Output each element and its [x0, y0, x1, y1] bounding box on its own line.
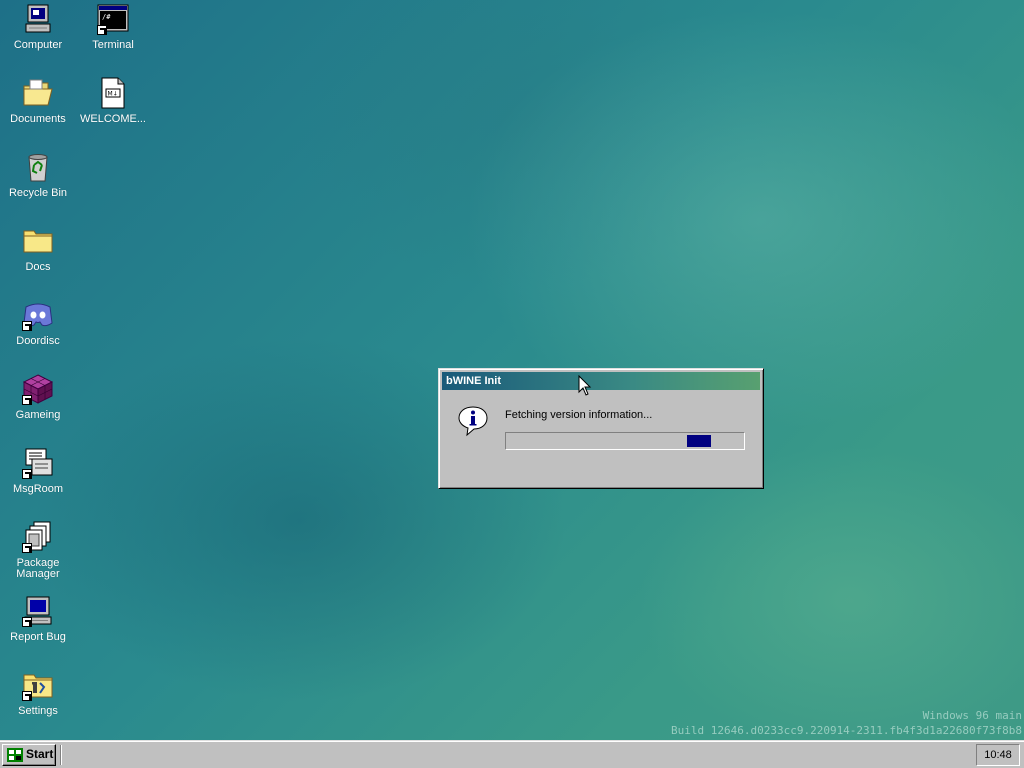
desktop-icon-label: Terminal	[92, 39, 134, 51]
desktop-icon-msgroom[interactable]: MsgRoom	[1, 447, 75, 495]
markdown-file-icon: M↓	[97, 77, 129, 109]
watermark-line-1: Windows 96 main	[922, 709, 1022, 722]
clock: 10:48	[984, 749, 1012, 761]
game-cube-icon	[22, 373, 54, 405]
desktop-icon-label: Doordisc	[16, 335, 60, 347]
desktop-icon-documents[interactable]: Documents	[1, 77, 75, 125]
desktop-icon-label: Documents	[10, 113, 66, 125]
desktop-icon-welcome[interactable]: M↓ WELCOME...	[76, 77, 150, 125]
info-icon	[457, 405, 489, 437]
desktop-icon-gameing[interactable]: Gameing	[1, 373, 75, 421]
computer-icon	[22, 3, 54, 35]
desktop-icon-report-bug[interactable]: Report Bug	[1, 595, 75, 643]
desktop: Computer /# Terminal Documents M↓ WELCOM…	[0, 0, 1024, 740]
build-watermark: Windows 96 main Build 12646.d0233cc9.220…	[671, 708, 1022, 738]
shortcut-arrow-icon	[97, 25, 107, 35]
desktop-icon-package-manager[interactable]: Package Manager	[1, 521, 75, 580]
shortcut-arrow-icon	[22, 395, 32, 405]
desktop-icon-recycle-bin[interactable]: Recycle Bin	[1, 151, 75, 199]
shortcut-arrow-icon	[22, 691, 32, 701]
settings-icon	[22, 669, 54, 701]
recycle-bin-icon	[22, 151, 54, 183]
desktop-icon-label: Settings	[18, 705, 58, 717]
desktop-icon-label: WELCOME...	[79, 113, 146, 125]
watermark-line-2: Build 12646.d0233cc9.220914-2311.fb4f3d1…	[671, 724, 1022, 737]
desktop-icon-computer[interactable]: Computer	[1, 3, 75, 51]
windows-logo-icon	[7, 748, 23, 762]
desktop-icon-label: Gameing	[15, 409, 61, 421]
system-tray[interactable]: 10:48	[976, 744, 1020, 766]
desktop-icon-label: Computer	[13, 39, 63, 51]
shortcut-arrow-icon	[22, 543, 32, 553]
dialog-title: bWINE Init	[446, 375, 501, 387]
dialog-titlebar[interactable]: bWINE Init	[442, 372, 760, 390]
progress-bar	[505, 432, 745, 450]
package-manager-icon	[22, 521, 54, 553]
desktop-icon-terminal[interactable]: /# Terminal	[76, 3, 150, 51]
shortcut-arrow-icon	[22, 321, 32, 331]
bwine-init-dialog[interactable]: bWINE Init Fetching version information.…	[438, 368, 764, 489]
desktop-icon-label: MsgRoom	[12, 483, 64, 495]
taskbar-separator	[60, 745, 62, 765]
terminal-icon: /#	[97, 3, 129, 35]
start-label: Start	[26, 747, 54, 761]
mouse-cursor-icon	[578, 374, 592, 397]
shortcut-arrow-icon	[22, 617, 32, 627]
progress-block	[686, 435, 711, 447]
message-room-icon	[22, 447, 54, 479]
desktop-icon-label: Report Bug	[10, 631, 66, 643]
open-folder-icon	[22, 77, 54, 109]
svg-text:/#: /#	[102, 13, 111, 21]
svg-text:M↓: M↓	[108, 91, 118, 98]
desktop-icon-doordisc[interactable]: Doordisc	[1, 299, 75, 347]
dialog-message: Fetching version information...	[505, 409, 653, 421]
start-button[interactable]: Start	[2, 744, 56, 766]
desktop-icon-settings[interactable]: Settings	[1, 669, 75, 717]
shortcut-arrow-icon	[22, 469, 32, 479]
desktop-icon-docs[interactable]: Docs	[1, 225, 75, 273]
taskbar: Start 10:48	[0, 740, 1024, 768]
desktop-icon-label: Recycle Bin	[8, 187, 68, 199]
chat-controller-icon	[22, 299, 54, 331]
folder-icon	[22, 225, 54, 257]
desktop-icon-label: Docs	[25, 261, 51, 273]
desktop-icon-label: Package Manager	[16, 557, 60, 580]
bug-report-computer-icon	[22, 595, 54, 627]
